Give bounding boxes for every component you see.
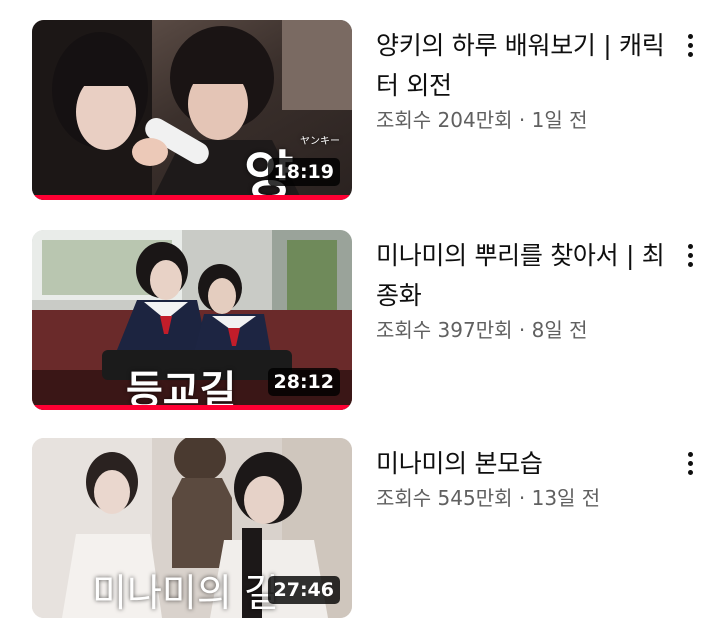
- video-stats: 조회수 545만회 · 13일 전: [376, 486, 601, 510]
- video-title[interactable]: 양키의 하루 배워보기 | 캐릭터 외전: [376, 26, 666, 106]
- video-stats: 조회수 204만회 · 1일 전: [376, 108, 588, 132]
- video-title[interactable]: 미나미의 뿌리를 찾아서 | 최종화: [376, 236, 666, 316]
- dot: [687, 33, 693, 39]
- duration-badge: 28:12: [267, 368, 340, 396]
- dot: [687, 51, 693, 57]
- dot: [687, 460, 693, 466]
- video-stats: 조회수 397만회 · 8일 전: [376, 318, 588, 342]
- more-vert-icon[interactable]: [676, 28, 704, 62]
- watch-progress-bar: [32, 405, 352, 410]
- video-item[interactable]: 등교길 28:12 미나미의 뿌리를 찾아서 | 최종화 조회수 397만회 ·…: [0, 230, 720, 410]
- video-meta[interactable]: 양키의 하루 배워보기 | 캐릭터 외전 조회수 204만회 · 1일 전: [376, 26, 666, 134]
- thumbnail-subtitle-overlay: ヤンキー: [300, 136, 340, 147]
- video-thumbnail[interactable]: 미나미의 길 27:46: [32, 438, 352, 618]
- thumbnail-title-overlay: 미나미의 길: [92, 571, 279, 615]
- dot: [687, 469, 693, 475]
- dot: [687, 252, 693, 258]
- thumbnail-title-overlay: 등교길: [126, 367, 237, 410]
- duration-badge: 27:46: [267, 576, 340, 604]
- video-thumbnail[interactable]: 양 ヤンキー 18:19: [32, 20, 352, 200]
- video-thumbnail[interactable]: 등교길 28:12: [32, 230, 352, 410]
- video-item[interactable]: 양 ヤンキー 18:19 양키의 하루 배워보기 | 캐릭터 외전 조회수 20…: [0, 20, 720, 200]
- video-item[interactable]: 미나미의 길 27:46 미나미의 본모습 조회수 545만회 · 13일 전: [0, 438, 720, 618]
- dot: [687, 451, 693, 457]
- watch-progress-bar: [32, 195, 352, 200]
- more-vert-icon[interactable]: [676, 238, 704, 272]
- dot: [687, 243, 693, 249]
- video-meta[interactable]: 미나미의 뿌리를 찾아서 | 최종화 조회수 397만회 · 8일 전: [376, 236, 666, 344]
- duration-badge: 18:19: [267, 158, 340, 186]
- video-meta[interactable]: 미나미의 본모습 조회수 545만회 · 13일 전: [376, 444, 666, 512]
- dot: [687, 42, 693, 48]
- video-title[interactable]: 미나미의 본모습: [376, 444, 666, 484]
- dot: [687, 261, 693, 267]
- more-vert-icon[interactable]: [676, 446, 704, 480]
